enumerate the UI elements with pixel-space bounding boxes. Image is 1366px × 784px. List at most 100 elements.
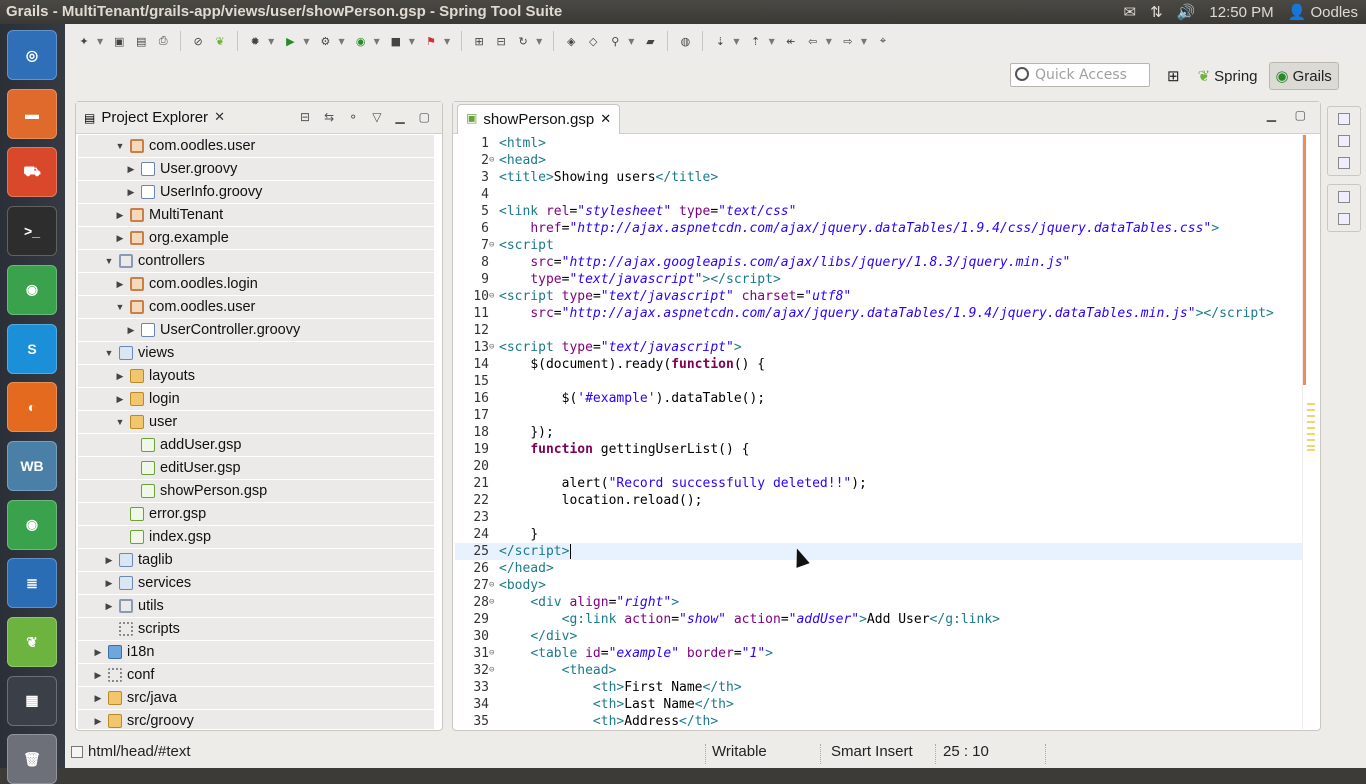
clock[interactable]: 12:50 PM xyxy=(1209,4,1273,21)
previous-annotation-dropdown[interactable]: ▼ xyxy=(769,37,775,46)
tree-item[interactable]: ▶ src/groovy xyxy=(78,710,434,729)
grails-dropdown[interactable]: ▼ xyxy=(374,37,380,46)
open-type-icon[interactable]: ◈ xyxy=(562,32,580,50)
code-line[interactable]: 18 }); xyxy=(455,424,1303,441)
spring-explorer-icon[interactable] xyxy=(1338,157,1350,169)
tree-item[interactable]: showPerson.gsp xyxy=(78,480,434,503)
code-line[interactable]: 6 href="http://ajax.aspnetcdn.com/ajax/j… xyxy=(455,220,1303,237)
tree-item[interactable]: ▶ taglib xyxy=(78,549,434,572)
collapse-arrow-icon[interactable]: ▼ xyxy=(103,348,115,358)
code-line[interactable]: 13 ⊖ <script type="text/javascript"> xyxy=(455,339,1303,356)
fold-toggle-icon[interactable]: ⊖ xyxy=(489,594,494,611)
code-line[interactable]: 35 <th>Address</th> xyxy=(455,713,1303,729)
new-dropdown[interactable]: ▼ xyxy=(97,37,103,46)
save-all-icon[interactable]: ▤ xyxy=(132,32,150,50)
code-line[interactable]: 12 xyxy=(455,322,1303,339)
tree-item[interactable]: index.gsp xyxy=(78,526,434,549)
code-line[interactable]: 31 ⊖ <table id="example" border="1"> xyxy=(455,645,1303,662)
launcher-workspace-switcher-icon[interactable]: ▦ xyxy=(7,675,57,726)
view-menu-icon[interactable]: ▽ xyxy=(372,110,381,124)
launcher-trash-icon[interactable]: 🗑 xyxy=(7,734,57,784)
forward-icon[interactable]: ⇨ xyxy=(839,32,857,50)
launcher-chrome-icon[interactable]: ◉ xyxy=(7,264,57,315)
launcher-files-icon[interactable]: ▬ xyxy=(7,88,57,139)
quick-access-input[interactable]: Quick Access xyxy=(1010,63,1150,87)
tree-item[interactable]: ▶ User.groovy xyxy=(78,158,434,181)
debug-dropdown[interactable]: ▼ xyxy=(268,37,274,46)
fold-toggle-icon[interactable]: ⊖ xyxy=(489,662,494,679)
code-line[interactable]: 33 <th>First Name</th> xyxy=(455,679,1303,696)
minimize-icon[interactable]: ▁ xyxy=(395,110,404,124)
code-line[interactable]: 19 function gettingUserList() { xyxy=(455,441,1303,458)
refresh-icon[interactable]: ↻ xyxy=(514,32,532,50)
code-editor[interactable]: 1 <html> 2 ⊖ <head> 3 <title>Showing users</ti… xyxy=(455,135,1303,729)
expand-arrow-icon[interactable]: ▶ xyxy=(92,670,104,681)
tree-item[interactable]: ▼ user xyxy=(78,411,434,434)
code-line[interactable]: 11 src="http://ajax.aspnetcdn.com/ajax/j… xyxy=(455,305,1303,322)
collapse-arrow-icon[interactable]: ▼ xyxy=(103,256,115,266)
collapse-arrow-icon[interactable]: ▼ xyxy=(114,302,126,312)
expand-arrow-icon[interactable]: ▶ xyxy=(92,716,104,727)
code-line[interactable]: 30 </div> xyxy=(455,628,1303,645)
debug-icon[interactable]: ✹ xyxy=(246,32,264,50)
tree-item[interactable]: ▶ utils xyxy=(78,595,434,618)
tree-item[interactable]: ▶ UserController.groovy xyxy=(78,319,434,342)
refresh-dropdown[interactable]: ▼ xyxy=(536,37,542,46)
run-icon[interactable]: ▶ xyxy=(281,32,299,50)
code-line[interactable]: 8 src="http://ajax.googleapis.com/ajax/l… xyxy=(455,254,1303,271)
print-icon[interactable]: ⎙ xyxy=(154,32,172,50)
deploy-icon[interactable]: ⚑ xyxy=(422,32,440,50)
close-icon[interactable]: ✕ xyxy=(600,111,611,134)
tree-item[interactable]: error.gsp xyxy=(78,503,434,526)
code-line[interactable]: 4 xyxy=(455,186,1303,203)
code-line[interactable]: 9 type="text/javascript"></script> xyxy=(455,271,1303,288)
tree-item[interactable]: ▼ controllers xyxy=(78,250,434,273)
tree-item[interactable]: scripts xyxy=(78,618,434,641)
tree-item[interactable]: ▶ conf xyxy=(78,664,434,687)
code-line[interactable]: 3 <title>Showing users</title> xyxy=(455,169,1303,186)
overview-ruler[interactable] xyxy=(1302,135,1318,729)
tree-item[interactable]: ▶ MultiTenant xyxy=(78,204,434,227)
collapse-all-icon[interactable]: ⊟ xyxy=(300,110,310,124)
restore-icon[interactable] xyxy=(1338,191,1350,203)
expand-arrow-icon[interactable]: ▶ xyxy=(114,233,126,244)
launcher-dash-home-icon[interactable]: ◎ xyxy=(7,30,57,80)
code-line[interactable]: 24 } xyxy=(455,526,1303,543)
fold-toggle-icon[interactable]: ⊖ xyxy=(489,237,494,254)
fold-toggle-icon[interactable]: ⊖ xyxy=(489,577,494,594)
stop-icon[interactable]: ■ xyxy=(387,32,405,50)
expand-arrow-icon[interactable]: ▶ xyxy=(125,325,137,336)
code-line[interactable]: 22 location.reload(); xyxy=(455,492,1303,509)
pin-editor-icon[interactable]: ⌖ xyxy=(874,32,892,50)
launcher-firefox-icon[interactable]: ◐ xyxy=(7,382,57,433)
code-line[interactable]: 14 $(document).ready(function() { xyxy=(455,356,1303,373)
code-line[interactable]: 34 <th>Last Name</th> xyxy=(455,696,1303,713)
close-icon[interactable]: ✕ xyxy=(214,110,225,125)
search-tool-icon[interactable]: ⚲ xyxy=(606,32,624,50)
fold-toggle-icon[interactable]: ⊖ xyxy=(489,339,494,356)
code-line[interactable]: 28 ⊖ <div align="right"> xyxy=(455,594,1303,611)
next-annotation-dropdown[interactable]: ▼ xyxy=(733,37,739,46)
fold-toggle-icon[interactable]: ⊖ xyxy=(489,645,494,662)
code-line[interactable]: 32 ⊖ <thead> xyxy=(455,662,1303,679)
deploy-dropdown[interactable]: ▼ xyxy=(444,37,450,46)
network-icon[interactable]: ⇅ xyxy=(1150,3,1163,21)
new-package-icon[interactable]: ⊟ xyxy=(492,32,510,50)
tree-item[interactable]: ▶ UserInfo.groovy xyxy=(78,181,434,204)
outline-icon[interactable] xyxy=(1338,135,1350,147)
skip-breakpoints-icon[interactable]: ⊘ xyxy=(189,32,207,50)
save-icon[interactable]: ▣ xyxy=(110,32,128,50)
launcher-skype-icon[interactable]: S xyxy=(7,323,57,374)
tree-item[interactable]: ▶ login xyxy=(78,388,434,411)
launcher-mysql-workbench-icon[interactable]: WB xyxy=(7,440,57,491)
tree-item[interactable]: addUser.gsp xyxy=(78,434,434,457)
tree-item[interactable]: ▼ com.oodles.user xyxy=(78,135,434,158)
code-line[interactable]: 25 </script> xyxy=(455,543,1303,560)
code-line[interactable]: 20 xyxy=(455,458,1303,475)
expand-arrow-icon[interactable]: ▶ xyxy=(114,371,126,382)
expand-arrow-icon[interactable]: ▶ xyxy=(103,601,115,612)
back-icon[interactable]: ⇦ xyxy=(804,32,822,50)
tree-item[interactable]: editUser.gsp xyxy=(78,457,434,480)
mail-icon[interactable]: ✉ xyxy=(1124,3,1137,21)
external-tools-icon[interactable]: ⚙ xyxy=(316,32,334,50)
